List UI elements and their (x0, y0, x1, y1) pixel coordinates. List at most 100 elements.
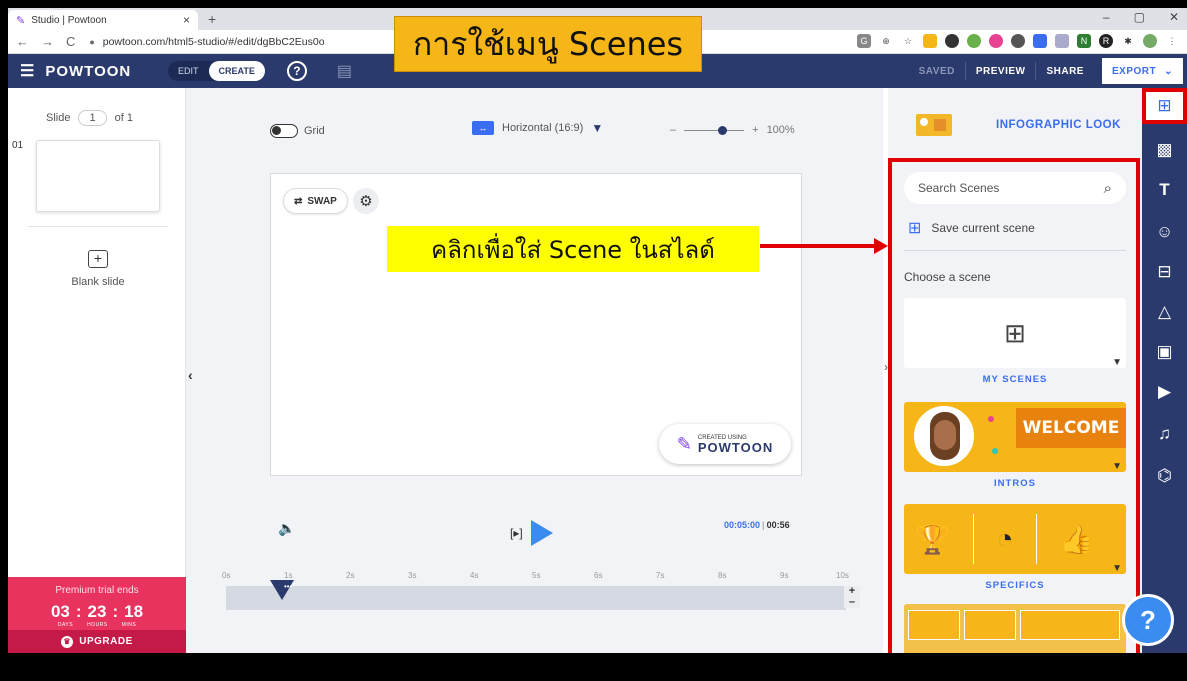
divider (904, 250, 1126, 251)
new-tab-button[interactable]: + (208, 11, 216, 27)
export-button[interactable]: EXPORT ⌄ (1101, 58, 1183, 84)
share-button[interactable]: SHARE (1036, 66, 1094, 77)
extension-icon[interactable] (923, 34, 937, 48)
preview-button[interactable]: PREVIEW (966, 66, 1036, 77)
intros-card[interactable]: WELCOME ▼ (904, 402, 1126, 472)
create-mode-button[interactable]: CREATE (208, 61, 265, 81)
text-tab-icon[interactable]: T (1142, 172, 1187, 208)
document-icon[interactable]: ▤ (337, 61, 352, 81)
maximize-button[interactable]: ▢ (1134, 10, 1145, 24)
days-label: DAYS (57, 622, 74, 628)
welcome-ribbon: WELCOME (1016, 408, 1126, 448)
my-scenes-card[interactable]: ⊞ ▼ (904, 298, 1126, 368)
sound-tab-icon[interactable]: ♫ (1142, 416, 1187, 452)
slides-panel: Slide 1 of 1 01 + Blank slide Premium tr… (8, 88, 186, 653)
browser-tab[interactable]: ✎ Studio | Powtoon × (8, 10, 198, 30)
blank-slide-button[interactable]: + Blank slide (53, 250, 143, 288)
url-field[interactable]: ● powtoon.com/html5-studio/#/edit/dgBbC2… (89, 36, 324, 48)
look-selector[interactable]: INFOGRAPHIC LOOK ▼ (916, 114, 1184, 136)
close-window-button[interactable]: ✕ (1169, 10, 1179, 24)
caret-down-icon: ▼ (591, 121, 604, 135)
save-current-scene-button[interactable]: ⊞ Save current scene (908, 218, 1035, 238)
lock-icon: ● (89, 36, 95, 47)
avatar[interactable] (1143, 34, 1157, 48)
orientation-select[interactable]: ↔ Horizontal (16:9) ▼ (472, 121, 603, 135)
timecode: 00:05:00 | 00:56 (724, 520, 790, 530)
images-tab-icon[interactable]: ▣ (1142, 334, 1187, 370)
backgrounds-tab-icon[interactable]: ▩ (1142, 132, 1187, 168)
help-bubble-button[interactable]: ? (1122, 594, 1174, 646)
minimize-button[interactable]: – (1103, 10, 1110, 24)
extension-icon[interactable]: N (1077, 34, 1091, 48)
caret-down-icon[interactable]: ▼ (1112, 563, 1122, 574)
zoom-value: 100% (766, 124, 795, 136)
slide-total: of 1 (114, 112, 133, 124)
bookmark-star-icon[interactable]: ☆ (901, 34, 915, 48)
extension-icon[interactable] (945, 34, 959, 48)
search-scenes-input[interactable]: Search Scenes ⌕ (904, 172, 1126, 204)
url-text: powtoon.com/html5-studio/#/edit/dgBbC2Eu… (102, 35, 325, 48)
caret-down-icon[interactable]: ▼ (1112, 461, 1122, 472)
ruler-tick: 0s (222, 571, 231, 580)
upgrade-button[interactable]: ♛ UPGRADE (8, 630, 186, 653)
props-tab-icon[interactable]: ⊟ (1142, 254, 1187, 290)
toggle-switch[interactable] (270, 124, 298, 138)
orientation-label: Horizontal (16:9) (502, 122, 584, 134)
characters-tab-icon[interactable]: ☺ (1142, 214, 1187, 250)
menu-icon[interactable]: ☰ (20, 61, 35, 81)
scene-card[interactable] (904, 604, 1126, 653)
export-label: EXPORT (1111, 65, 1157, 77)
video-tab-icon[interactable]: ▶ (1142, 374, 1187, 410)
play-from-start-icon[interactable]: [▸] (510, 526, 523, 540)
countdown-days: 03 (50, 602, 70, 621)
avatar-illustration (914, 406, 974, 466)
dot-icon (988, 416, 994, 422)
sound-icon[interactable]: 🔈 (278, 520, 295, 537)
thumbs-up-icon: 👍 (1059, 523, 1095, 555)
specials-tab-icon[interactable]: ⌬ (1142, 458, 1187, 494)
edit-mode-button[interactable]: EDIT (168, 61, 209, 81)
divider (28, 226, 168, 227)
reload-icon[interactable]: C (66, 34, 75, 49)
ruler-tick: 9s (780, 571, 789, 580)
slide-thumbnail[interactable] (36, 140, 160, 212)
zoom-out-button[interactable]: – (670, 124, 676, 136)
forward-icon[interactable]: → (41, 34, 54, 49)
zoom-in-button[interactable]: + (752, 124, 758, 136)
ruler-tick: 8s (718, 571, 727, 580)
my-scenes-label: MY SCENES (982, 374, 1048, 385)
scenes-tab-icon[interactable]: ⊞ (1142, 88, 1187, 124)
play-button[interactable] (530, 520, 553, 546)
grid-toggle[interactable]: Grid (270, 124, 325, 138)
swap-label: SWAP (307, 195, 337, 207)
back-icon[interactable]: ← (16, 34, 29, 49)
translate-icon[interactable]: G (857, 34, 871, 48)
extension-icon[interactable] (967, 34, 981, 48)
more-menu-icon[interactable]: ⋮ (1165, 34, 1179, 48)
specifics-card[interactable]: 🏆 ◔ 👍 ▼ (904, 504, 1126, 574)
gear-icon[interactable]: ⚙ (353, 188, 379, 214)
screen: ✎ Studio | Powtoon × + – ▢ ✕ ← → C ● pow… (8, 8, 1187, 653)
playhead-handle-icon: ••• (284, 582, 293, 591)
help-icon[interactable]: ? (286, 61, 307, 81)
zoom-icon[interactable]: ⊕ (879, 34, 893, 48)
powtoon-logo[interactable]: ☰ POWTOON (8, 61, 158, 81)
search-icon[interactable]: ⌕ (1104, 180, 1112, 197)
extension-icon[interactable] (989, 34, 1003, 48)
extension-icon[interactable]: R (1099, 34, 1113, 48)
play-controls: [▸] (510, 520, 553, 546)
extension-icon[interactable] (1033, 34, 1047, 48)
collapse-left-icon[interactable]: ‹ (188, 367, 193, 383)
zoom-slider[interactable] (684, 125, 745, 135)
slide-number-input[interactable]: 1 (78, 110, 107, 126)
shapes-tab-icon[interactable]: △ (1142, 294, 1187, 330)
extensions-puzzle-icon[interactable]: ✱ (1121, 34, 1135, 48)
extension-icon[interactable] (1011, 34, 1025, 48)
close-tab-icon[interactable]: × (183, 13, 190, 27)
timeline-track[interactable] (226, 586, 846, 610)
timeline-zoom-out[interactable]: – (849, 597, 855, 608)
slide-stage[interactable]: ⇄ SWAP ⚙ ✎ CREATED USING POWTOON (270, 173, 802, 476)
caret-down-icon[interactable]: ▼ (1112, 357, 1122, 368)
swap-button[interactable]: ⇄ SWAP (283, 188, 348, 214)
extension-icon[interactable] (1055, 34, 1069, 48)
